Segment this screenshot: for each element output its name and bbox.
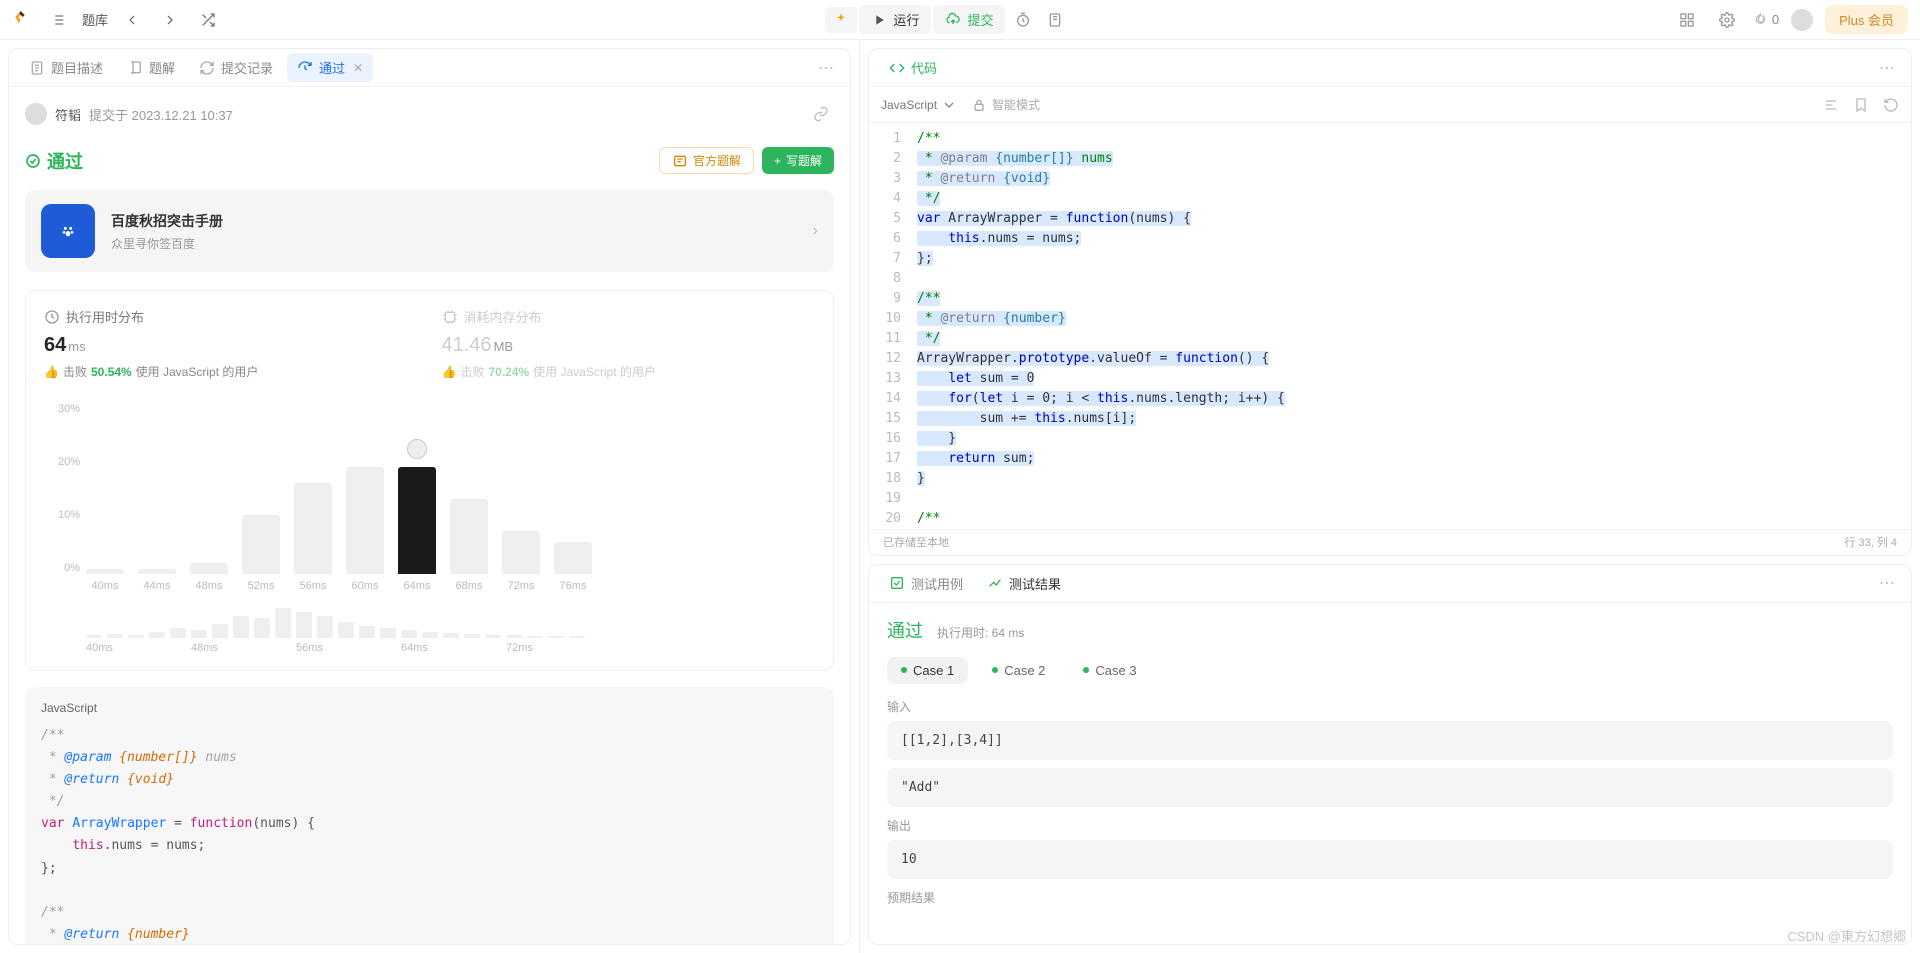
- thumbs-up-icon: 👍: [44, 365, 59, 379]
- next-problem-icon[interactable]: [156, 6, 184, 34]
- smart-mode[interactable]: 智能模式: [971, 96, 1040, 113]
- case-tab-1[interactable]: Case 1: [887, 657, 968, 684]
- list-icon[interactable]: [44, 6, 72, 34]
- promo-title: 百度秋招突击手册: [111, 211, 223, 231]
- runtime-chart[interactable]: 0% 10% 20% 30% 40ms44ms48ms52ms56ms60ms6…: [44, 394, 815, 654]
- input-value-2[interactable]: "Add": [887, 768, 1893, 807]
- code-editor[interactable]: 12345678910111213141516171819202122 /** …: [869, 123, 1911, 529]
- run-button[interactable]: 运行: [859, 5, 931, 34]
- input-label: 输入: [887, 698, 1893, 715]
- language-select[interactable]: JavaScript: [881, 97, 957, 113]
- reset-icon[interactable]: [1883, 97, 1899, 113]
- output-label: 输出: [887, 817, 1893, 834]
- submit-button[interactable]: 提交: [933, 5, 1005, 34]
- code-editor-panel: 代码 ⋯ JavaScript 智能模式: [868, 48, 1912, 556]
- chevron-right-icon: ›: [813, 222, 818, 240]
- submit-label: 提交: [967, 10, 993, 29]
- streak-value: 0: [1772, 12, 1779, 27]
- test-status: 通过: [887, 617, 923, 643]
- input-value-1[interactable]: [[1,2],[3,4]]: [887, 721, 1893, 760]
- submitted-code: JavaScript /** * @param {number[]} nums …: [25, 687, 834, 944]
- user-avatar[interactable]: [1791, 9, 1813, 31]
- tab-testresults[interactable]: 测试结果: [977, 569, 1071, 598]
- sparkle-button[interactable]: [825, 7, 857, 33]
- runtime-header: 执行用时分布: [44, 307, 418, 326]
- layout-icon[interactable]: [1673, 6, 1701, 34]
- submitter-avatar[interactable]: [25, 103, 47, 125]
- more-icon[interactable]: ⋯: [1873, 569, 1901, 597]
- close-icon[interactable]: ✕: [353, 61, 363, 75]
- test-results-panel: 测试用例 测试结果 ⋯ 通过 执行用时: 64 ms Case 1: [868, 564, 1912, 945]
- case-tab-2[interactable]: Case 2: [978, 657, 1059, 684]
- settings-icon[interactable]: [1713, 6, 1741, 34]
- link-icon[interactable]: [808, 101, 834, 127]
- output-value: 10: [887, 840, 1893, 879]
- tab-code[interactable]: 代码: [879, 53, 947, 82]
- leetcode-logo-icon[interactable]: [12, 9, 34, 31]
- shuffle-icon[interactable]: [194, 6, 222, 34]
- memory-header[interactable]: 消耗内存分布: [442, 307, 816, 326]
- test-runtime: 执行用时: 64 ms: [937, 624, 1024, 641]
- tab-submissions[interactable]: 提交记录: [189, 53, 283, 82]
- status-accepted: 通过: [25, 148, 83, 174]
- notes-icon[interactable]: [1041, 6, 1069, 34]
- bookmark-icon[interactable]: [1853, 97, 1869, 113]
- promo-subtitle: 众里寻你签百度: [111, 235, 223, 252]
- prev-problem-icon[interactable]: [118, 6, 146, 34]
- problem-set-label[interactable]: 题库: [82, 10, 108, 29]
- thumbs-up-icon: 👍: [442, 365, 457, 379]
- run-label: 运行: [893, 10, 919, 29]
- case-tab-3[interactable]: Case 3: [1069, 657, 1150, 684]
- saved-status: 已存储至本地: [883, 534, 949, 550]
- official-solution-button[interactable]: 官方题解: [659, 147, 754, 174]
- cursor-position: 行 33, 列 4: [1844, 534, 1897, 550]
- promo-card[interactable]: 百度秋招突击手册 众里寻你签百度 ›: [25, 190, 834, 272]
- tab-testcases[interactable]: 测试用例: [879, 569, 973, 598]
- plus-badge[interactable]: Plus 会员: [1825, 5, 1908, 34]
- submission-meta: 符韬 提交于 2023.12.21 10:37: [25, 87, 834, 141]
- baidu-paw-icon: [41, 204, 95, 258]
- performance-card: 执行用时分布 64ms 👍 击败 50.54% 使用 JavaScript 的用…: [25, 290, 834, 671]
- more-icon[interactable]: ⋯: [812, 54, 840, 82]
- watermark: CSDN @東方幻想郷: [1787, 926, 1906, 945]
- tab-accepted[interactable]: 通过 ✕: [287, 53, 373, 82]
- expected-label: 预期结果: [887, 889, 1893, 906]
- tab-description[interactable]: 题目描述: [19, 53, 113, 82]
- submitter-name[interactable]: 符韬: [55, 105, 81, 124]
- timer-icon[interactable]: [1009, 6, 1037, 34]
- streak-counter[interactable]: 0: [1753, 12, 1779, 28]
- tab-solution[interactable]: 题解: [117, 53, 185, 82]
- code-lang-label: JavaScript: [41, 701, 818, 715]
- format-icon[interactable]: [1823, 97, 1839, 113]
- more-icon[interactable]: ⋯: [1873, 54, 1901, 82]
- left-tabs: 题目描述 题解 提交记录 通过 ✕: [9, 49, 850, 87]
- write-solution-button[interactable]: +写题解: [762, 147, 834, 174]
- top-bar: 题库 运行 提交: [0, 0, 1920, 40]
